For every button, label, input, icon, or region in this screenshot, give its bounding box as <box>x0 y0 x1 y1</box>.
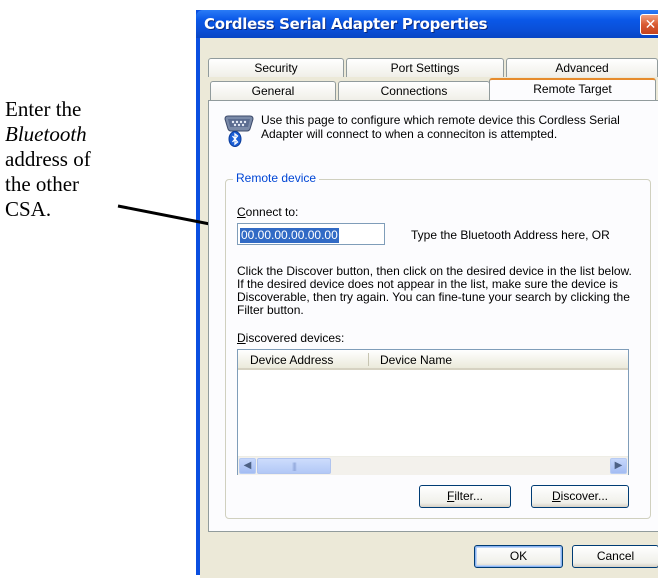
mnemonic: D <box>551 489 561 503</box>
tab-label: Advanced <box>555 61 609 75</box>
dialog-client-area: Security Port Settings Advanced General … <box>200 38 658 578</box>
tab-remote-target[interactable]: Remote Target <box>489 78 656 100</box>
connect-to-label: Connect to: <box>237 205 298 219</box>
column-divider[interactable] <box>368 353 369 366</box>
address-hint: Type the Bluetooth Address here, OR <box>411 228 610 242</box>
annotation-line: CSA. <box>5 197 52 221</box>
button-label: iscover... <box>560 489 609 503</box>
button-label: Cancel <box>596 549 635 563</box>
column-device-address[interactable]: Device Address <box>250 353 333 367</box>
discovered-devices-list[interactable]: Device Address Device Name ◀ ||| ▶ <box>237 349 629 475</box>
serial-port-bluetooth-icon <box>224 115 254 147</box>
discovered-devices-label: Discovered devices: <box>237 331 344 345</box>
ok-button[interactable]: OK <box>474 545 563 568</box>
scroll-left-button[interactable]: ◀ <box>239 458 256 474</box>
tab-label: Security <box>254 61 298 75</box>
button-label: ilter... <box>454 489 484 503</box>
annotation-line-italic: Bluetooth <box>5 122 87 146</box>
button-label: OK <box>509 549 528 563</box>
tab-port-settings[interactable]: Port Settings <box>346 58 504 77</box>
column-device-name[interactable]: Device Name <box>380 353 452 367</box>
filter-button[interactable]: Filter... <box>419 485 511 508</box>
tab-label: Port Settings <box>390 61 460 75</box>
chevron-left-icon: ◀ <box>243 460 252 471</box>
remote-target-panel: Use this page to configure which remote … <box>208 100 658 532</box>
tab-advanced[interactable]: Advanced <box>506 58 658 77</box>
scroll-thumb[interactable]: ||| <box>257 458 331 474</box>
window-title: Cordless Serial Adapter Properties <box>204 15 488 33</box>
mnemonic: D <box>237 331 246 345</box>
tab-general[interactable]: General <box>210 81 336 100</box>
scroll-right-button[interactable]: ▶ <box>610 458 627 474</box>
tab-connections[interactable]: Connections <box>338 81 490 100</box>
chevron-right-icon: ▶ <box>614 460 623 471</box>
label-rest: onnect to: <box>245 205 299 219</box>
annotation-text: Enter the Bluetooth address of the other… <box>5 97 145 222</box>
title-bar[interactable]: Cordless Serial Adapter Properties ✕ <box>196 10 658 38</box>
label-rest: iscovered devices: <box>245 331 345 345</box>
tab-label: Remote Target <box>533 82 612 96</box>
properties-window: Cordless Serial Adapter Properties ✕ Sec… <box>196 10 658 578</box>
annotation-line: address of <box>5 147 91 171</box>
list-header: Device Address Device Name <box>238 350 628 370</box>
cancel-button[interactable]: Cancel <box>572 545 658 568</box>
close-button[interactable]: ✕ <box>640 14 658 35</box>
mnemonic: C <box>237 205 246 219</box>
group-title: Remote device <box>233 171 320 185</box>
tab-label: Connections <box>380 84 448 98</box>
tab-security[interactable]: Security <box>208 58 344 77</box>
discover-instructions: Click the Discover button, then click on… <box>237 264 632 317</box>
horizontal-scrollbar[interactable]: ◀ ||| ▶ <box>238 456 628 475</box>
discover-button[interactable]: Discover... <box>531 485 629 508</box>
annotation-line: the other <box>5 172 80 196</box>
address-value: 00.00.00.00.00.00 <box>240 228 339 243</box>
tab-label: General <box>251 84 295 98</box>
grip-icon: ||| <box>291 461 297 471</box>
page-description: Use this page to configure which remote … <box>261 113 620 141</box>
annotation-line: Enter the <box>5 97 82 121</box>
bluetooth-address-input[interactable]: 00.00.00.00.00.00 <box>237 223 385 245</box>
close-icon: ✕ <box>644 16 657 32</box>
